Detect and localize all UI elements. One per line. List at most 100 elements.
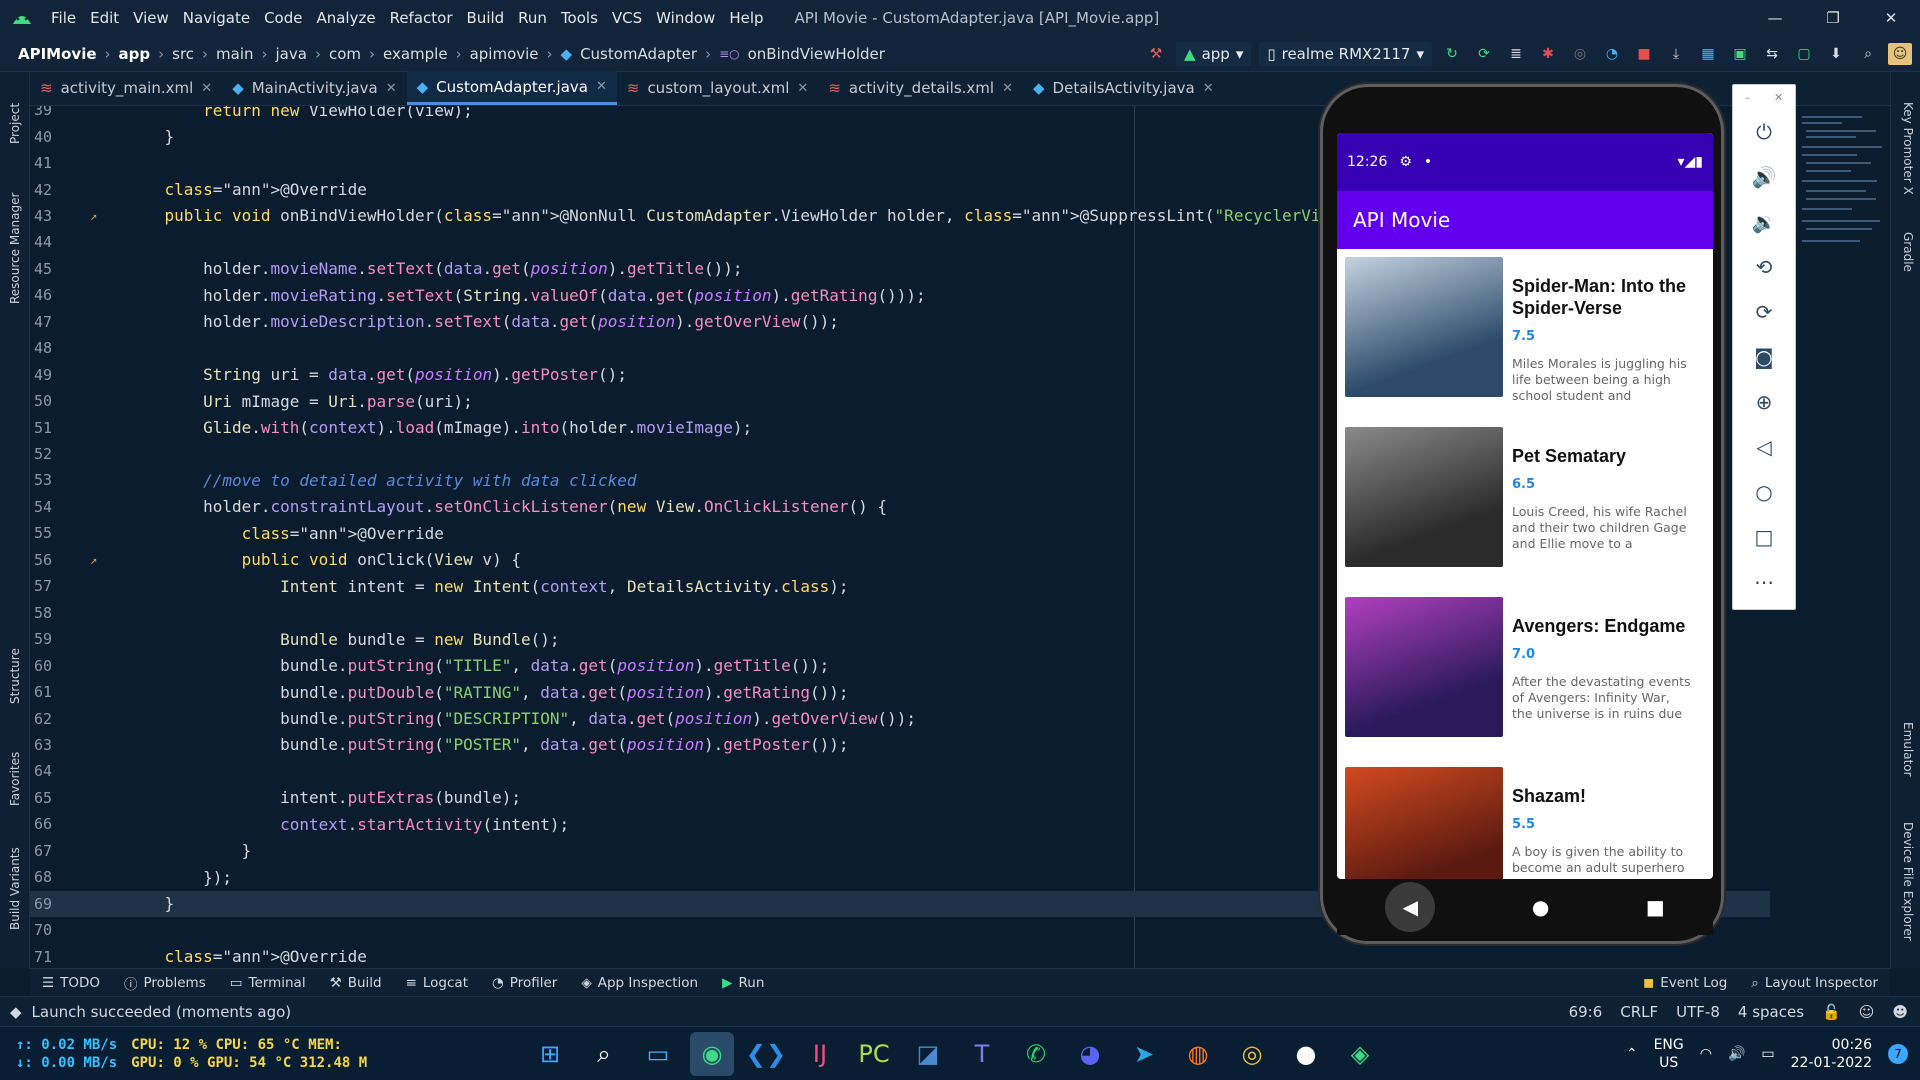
breadcrumb-module[interactable]: app bbox=[115, 45, 155, 63]
breadcrumb-example[interactable]: example bbox=[379, 45, 452, 63]
breadcrumb-apimovie[interactable]: apimovie bbox=[466, 45, 543, 63]
restore-icon[interactable]: ❐ bbox=[1804, 0, 1862, 36]
rotate-left-icon[interactable]: ⟲ bbox=[1733, 244, 1795, 289]
coverage-icon[interactable]: ◎ bbox=[1568, 43, 1592, 65]
layout-icon[interactable]: ▦ bbox=[1696, 43, 1720, 65]
inspector-icon[interactable]: ☺ bbox=[1859, 1003, 1875, 1021]
stop-icon[interactable]: ■ bbox=[1632, 43, 1656, 65]
close-icon[interactable]: ✕ bbox=[1203, 81, 1214, 96]
tab-problems[interactable]: ⓘ Problems bbox=[112, 973, 218, 993]
breadcrumb-com[interactable]: com bbox=[325, 45, 365, 63]
whatsapp-icon[interactable]: ✆ bbox=[1014, 1032, 1058, 1076]
device-dropdown[interactable]: ▯ realme RMX2117 ▾ bbox=[1259, 42, 1432, 66]
phone-screen[interactable]: 12:26 ⚙ • ▾◢▮ API Movie Spider-Man: Into… bbox=[1337, 133, 1713, 879]
override-gutter-icon[interactable]: ↗ bbox=[90, 209, 126, 223]
back-icon[interactable]: ◀ bbox=[1385, 882, 1436, 932]
camera-icon[interactable]: ◙ bbox=[1733, 334, 1795, 379]
menu-code[interactable]: Code bbox=[257, 9, 309, 27]
desktop-icon[interactable]: ▭ bbox=[636, 1032, 680, 1076]
rotate-right-icon[interactable]: ⟳ bbox=[1733, 289, 1795, 334]
intellij-icon[interactable]: IJ bbox=[798, 1032, 842, 1076]
recents-icon[interactable]: ■ bbox=[1646, 895, 1665, 919]
tool-build-variants[interactable]: Build Variants bbox=[8, 847, 22, 930]
chrome-icon[interactable]: ◎ bbox=[1230, 1032, 1274, 1076]
back-icon[interactable]: ◁ bbox=[1733, 424, 1795, 469]
home-icon[interactable]: ● bbox=[1532, 895, 1549, 919]
minimize-icon[interactable]: – bbox=[1745, 91, 1751, 104]
close-icon[interactable]: ✕ bbox=[1002, 81, 1013, 96]
tab-build[interactable]: ⚒ Build bbox=[318, 975, 394, 991]
line-separator[interactable]: CRLF bbox=[1620, 1003, 1658, 1021]
run-config-dropdown[interactable]: ▲ app ▾ bbox=[1176, 42, 1252, 66]
menu-refactor[interactable]: Refactor bbox=[383, 9, 460, 27]
tab-custom-layout[interactable]: ≋ custom_layout.xml ✕ bbox=[617, 71, 818, 105]
caret-position[interactable]: 69:6 bbox=[1569, 1003, 1603, 1021]
notifications-icon[interactable]: ☻ bbox=[1892, 1003, 1908, 1021]
overview-icon[interactable]: □ bbox=[1733, 514, 1795, 559]
breadcrumb-project[interactable]: APIMovie bbox=[14, 45, 101, 63]
sync-icon[interactable]: ⇆ bbox=[1760, 43, 1784, 65]
terminal-icon[interactable]: ▣ bbox=[1728, 43, 1752, 65]
tab-profiler[interactable]: ◔ Profiler bbox=[480, 975, 569, 991]
wifi-icon[interactable]: ◠ bbox=[1700, 1046, 1712, 1062]
tool-gradle[interactable]: Gradle bbox=[1901, 232, 1915, 272]
pycharm-icon[interactable]: PC bbox=[852, 1032, 896, 1076]
sdk-manager-icon[interactable]: ⬇ bbox=[1824, 43, 1848, 65]
tab-details-activity[interactable]: ◆ DetailsActivity.java ✕ bbox=[1023, 71, 1224, 105]
profiler-icon[interactable]: ◔ bbox=[1600, 43, 1624, 65]
menu-edit[interactable]: Edit bbox=[83, 9, 126, 27]
tool-emulator[interactable]: Emulator bbox=[1901, 722, 1915, 777]
breadcrumb-class[interactable]: CustomAdapter bbox=[576, 45, 701, 63]
menu-run[interactable]: Run bbox=[511, 9, 554, 27]
tab-run[interactable]: ▶ Run bbox=[710, 975, 776, 991]
menu-navigate[interactable]: Navigate bbox=[176, 9, 257, 27]
tab-layout-inspector[interactable]: ⌕ Layout Inspector bbox=[1739, 975, 1890, 991]
close-icon[interactable]: ✕ bbox=[596, 79, 607, 94]
menu-view[interactable]: View bbox=[126, 9, 176, 27]
tab-terminal[interactable]: ▭ Terminal bbox=[218, 975, 318, 991]
language-indicator[interactable]: ENG US bbox=[1654, 1036, 1684, 1072]
tab-app-inspection[interactable]: ◈ App Inspection bbox=[569, 975, 710, 991]
tab-custom-adapter[interactable]: ◆ CustomAdapter.java ✕ bbox=[406, 71, 617, 105]
movie-card[interactable]: Shazam! 5.5 A boy is given the ability to … bbox=[1345, 767, 1705, 879]
tab-activity-details[interactable]: ≋ activity_details.xml ✕ bbox=[818, 71, 1023, 105]
tab-activity-main[interactable]: ≋ activity_main.xml ✕ bbox=[30, 71, 222, 105]
tool-resource-manager[interactable]: Resource Manager bbox=[8, 193, 22, 304]
breadcrumb-java[interactable]: java bbox=[272, 45, 311, 63]
tab-main-activity[interactable]: ◆ MainActivity.java ✕ bbox=[222, 71, 406, 105]
attach-icon[interactable]: ⤓ bbox=[1664, 43, 1688, 65]
movie-card[interactable]: Pet Sematary 6.5 Louis Creed, his wife Rac… bbox=[1345, 427, 1705, 567]
hammer-icon[interactable]: ⚒ bbox=[1144, 43, 1168, 65]
menu-help[interactable]: Help bbox=[722, 9, 770, 27]
start-icon[interactable]: ⊞ bbox=[528, 1032, 572, 1076]
rerun-icon[interactable]: ↻ bbox=[1440, 43, 1464, 65]
file-encoding[interactable]: UTF-8 bbox=[1676, 1003, 1720, 1021]
tool-project[interactable]: Project bbox=[8, 103, 22, 144]
tool-key-promoter[interactable]: Key Promoter X bbox=[1901, 102, 1915, 195]
clock[interactable]: 00:26 22-01-2022 bbox=[1791, 1036, 1872, 1072]
close-icon[interactable]: ✕ bbox=[1774, 91, 1783, 104]
vscode-icon[interactable]: ❮❯ bbox=[744, 1032, 788, 1076]
breadcrumb-src[interactable]: src bbox=[168, 45, 198, 63]
search-icon[interactable]: ⌕ bbox=[1856, 43, 1880, 65]
search-icon[interactable]: ⌕ bbox=[582, 1032, 626, 1076]
app-icon-2[interactable]: ◈ bbox=[1338, 1032, 1382, 1076]
menu-file[interactable]: File bbox=[44, 9, 83, 27]
close-icon[interactable]: ✕ bbox=[1862, 0, 1920, 36]
tab-event-log[interactable]: ◼ Event Log bbox=[1631, 975, 1739, 991]
zoom-icon[interactable]: ⊕ bbox=[1733, 379, 1795, 424]
menu-window[interactable]: Window bbox=[649, 9, 722, 27]
teams-icon[interactable]: T bbox=[960, 1032, 1004, 1076]
menu-vcs[interactable]: VCS bbox=[605, 9, 649, 27]
tool-structure[interactable]: Structure bbox=[8, 648, 22, 704]
github-icon[interactable]: ● bbox=[1284, 1032, 1328, 1076]
firefox-icon[interactable]: ◍ bbox=[1176, 1032, 1220, 1076]
apply-changes-icon[interactable]: ⟳ bbox=[1472, 43, 1496, 65]
volume-icon[interactable]: 🔊 bbox=[1728, 1046, 1745, 1062]
lock-icon[interactable]: 🔓 bbox=[1822, 1003, 1841, 1021]
volume-down-icon[interactable]: 🔉 bbox=[1733, 199, 1795, 244]
breadcrumb-main[interactable]: main bbox=[212, 45, 257, 63]
tool-favorites[interactable]: Favorites bbox=[8, 752, 22, 806]
power-icon[interactable]: ⏻ bbox=[1733, 109, 1795, 154]
debug-icon[interactable]: ✱ bbox=[1536, 43, 1560, 65]
